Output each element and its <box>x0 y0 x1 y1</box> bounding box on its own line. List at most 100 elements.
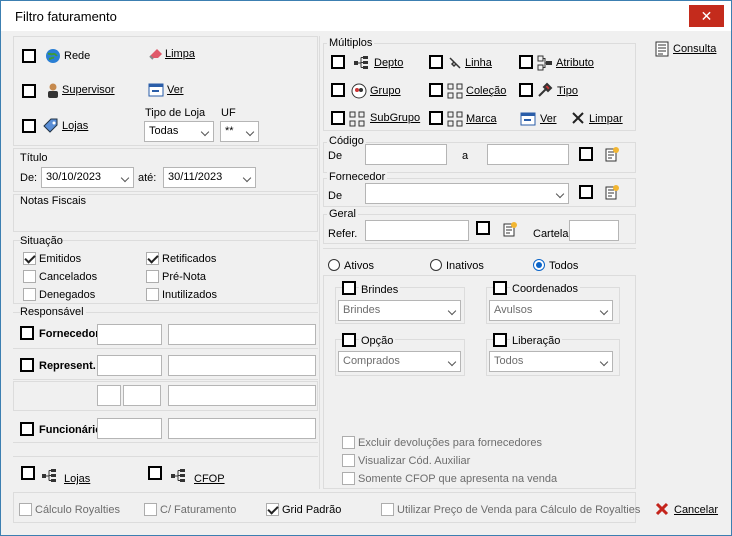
report-icon[interactable] <box>654 41 670 57</box>
brindes-label: Brindes <box>359 284 401 296</box>
cartela-input[interactable] <box>569 220 619 241</box>
colecao-checkbox[interactable] <box>429 83 443 97</box>
window-view-icon[interactable] <box>148 82 164 98</box>
ver-label[interactable]: Ver <box>167 84 184 96</box>
lojas-checkbox[interactable] <box>22 119 36 133</box>
codigo-checkbox[interactable] <box>579 147 593 161</box>
subgrupo-checkbox[interactable] <box>331 111 345 125</box>
linha-checkbox[interactable] <box>429 55 443 69</box>
uf-select[interactable]: ** <box>220 121 259 142</box>
edit-star-icon[interactable] <box>604 146 620 162</box>
inativos-radio[interactable] <box>430 259 442 271</box>
tipo-loja-select[interactable]: Todas <box>144 121 214 142</box>
depto-checkbox[interactable] <box>331 55 345 69</box>
cfop-label[interactable]: CFOP <box>194 473 225 485</box>
atributo-checkbox[interactable] <box>519 55 533 69</box>
cfop-checkbox[interactable] <box>148 466 162 480</box>
depto-label[interactable]: Depto <box>374 57 403 69</box>
coordenados-select[interactable]: Avulsos <box>489 300 613 321</box>
tipo-loja-label: Tipo de Loja <box>145 107 206 119</box>
subgrupo-label[interactable]: SubGrupo <box>370 112 420 124</box>
filter-dialog: Filtro faturamento ✕ Rede Supervisor Loj… <box>0 0 732 536</box>
limpa-label[interactable]: Limpa <box>165 48 195 60</box>
grid-dots-icon <box>349 111 365 127</box>
multiplos-ver-label[interactable]: Ver <box>540 113 557 125</box>
retificados-checkbox[interactable] <box>146 252 159 265</box>
inutilizados-checkbox[interactable] <box>146 288 159 301</box>
fornecedor-name-input[interactable] <box>168 324 316 345</box>
colecao-label[interactable]: Coleção <box>466 85 506 97</box>
lojas-bottom-checkbox[interactable] <box>21 466 35 480</box>
extra-name-input[interactable] <box>168 385 316 406</box>
emitidos-checkbox[interactable] <box>23 252 36 265</box>
liberacao-select[interactable]: Todos <box>489 351 613 372</box>
refer-checkbox[interactable] <box>476 221 490 235</box>
linha-label[interactable]: Linha <box>465 57 492 69</box>
title-bar: Filtro faturamento ✕ <box>1 1 731 31</box>
represent-checkbox[interactable] <box>20 358 34 372</box>
ativos-radio[interactable] <box>328 259 340 271</box>
coordenados-checkbox[interactable] <box>493 281 507 295</box>
lojas-bottom-label[interactable]: Lojas <box>64 473 90 485</box>
extra-code-a-input[interactable] <box>97 385 121 406</box>
faturamento-checkbox[interactable] <box>144 503 157 516</box>
fornecedor-code-input[interactable] <box>97 324 162 345</box>
opcao-checkbox[interactable] <box>342 333 356 347</box>
opcao-select[interactable]: Comprados <box>338 351 461 372</box>
coordenados-value: Avulsos <box>494 304 533 316</box>
grupo-checkbox[interactable] <box>331 83 345 97</box>
refer-input[interactable] <box>365 220 469 241</box>
tipo-label[interactable]: Tipo <box>557 85 578 97</box>
cancelados-checkbox[interactable] <box>23 270 36 283</box>
grid-checkbox[interactable] <box>266 503 279 516</box>
fornecedor-select[interactable] <box>365 183 569 204</box>
represent-name-input[interactable] <box>168 355 316 376</box>
codigo-from-input[interactable] <box>365 144 447 165</box>
codigo-to-input[interactable] <box>487 144 569 165</box>
grid-dots-icon <box>447 111 463 127</box>
todos-radio[interactable] <box>533 259 545 271</box>
cancelar-button[interactable]: Cancelar <box>674 504 718 516</box>
edit-star-icon[interactable] <box>604 184 620 200</box>
date-to-picker[interactable]: 30/11/2023 <box>163 167 256 188</box>
represent-code-input[interactable] <box>97 355 162 376</box>
represent-label: Represent. <box>39 360 96 372</box>
edit-star-icon[interactable] <box>502 221 518 237</box>
prenota-checkbox[interactable] <box>146 270 159 283</box>
funcionario-name-input[interactable] <box>168 418 316 439</box>
inutilizados-label: Inutilizados <box>162 289 218 301</box>
uf-value: ** <box>225 125 234 137</box>
limpar-label[interactable]: Limpar <box>589 113 623 125</box>
atributo-label[interactable]: Atributo <box>556 57 594 69</box>
date-from-picker[interactable]: 30/10/2023 <box>41 167 134 188</box>
liberacao-checkbox[interactable] <box>493 333 507 347</box>
somente-checkbox[interactable] <box>342 472 355 485</box>
brindes-select[interactable]: Brindes <box>338 300 461 321</box>
tipo-checkbox[interactable] <box>519 83 533 97</box>
codigo-a-label: a <box>462 150 469 162</box>
extra-code-b-input[interactable] <box>123 385 161 406</box>
royalties-checkbox[interactable] <box>19 503 32 516</box>
marca-checkbox[interactable] <box>429 111 443 125</box>
consulta-button[interactable]: Consulta <box>673 43 716 55</box>
visualizar-checkbox[interactable] <box>342 454 355 467</box>
close-x-icon[interactable] <box>570 110 586 126</box>
eraser-icon[interactable] <box>148 45 164 61</box>
rede-checkbox[interactable] <box>22 49 36 63</box>
cancel-x-icon[interactable] <box>654 501 670 517</box>
brindes-checkbox[interactable] <box>342 281 356 295</box>
grupo-label[interactable]: Grupo <box>370 85 401 97</box>
window-view-icon[interactable] <box>520 111 536 127</box>
fornecedor-checkbox[interactable] <box>579 185 593 199</box>
marca-label[interactable]: Marca <box>466 113 497 125</box>
utilizar-checkbox[interactable] <box>381 503 394 516</box>
funcionario-code-input[interactable] <box>97 418 162 439</box>
close-button[interactable]: ✕ <box>689 5 724 27</box>
tree-icon <box>171 469 185 482</box>
tools-icon <box>538 82 553 97</box>
fornecedor-resp-checkbox[interactable] <box>20 326 34 340</box>
excluir-checkbox[interactable] <box>342 436 355 449</box>
funcionario-checkbox[interactable] <box>20 422 34 436</box>
supervisor-checkbox[interactable] <box>22 84 36 98</box>
denegados-checkbox[interactable] <box>23 288 36 301</box>
